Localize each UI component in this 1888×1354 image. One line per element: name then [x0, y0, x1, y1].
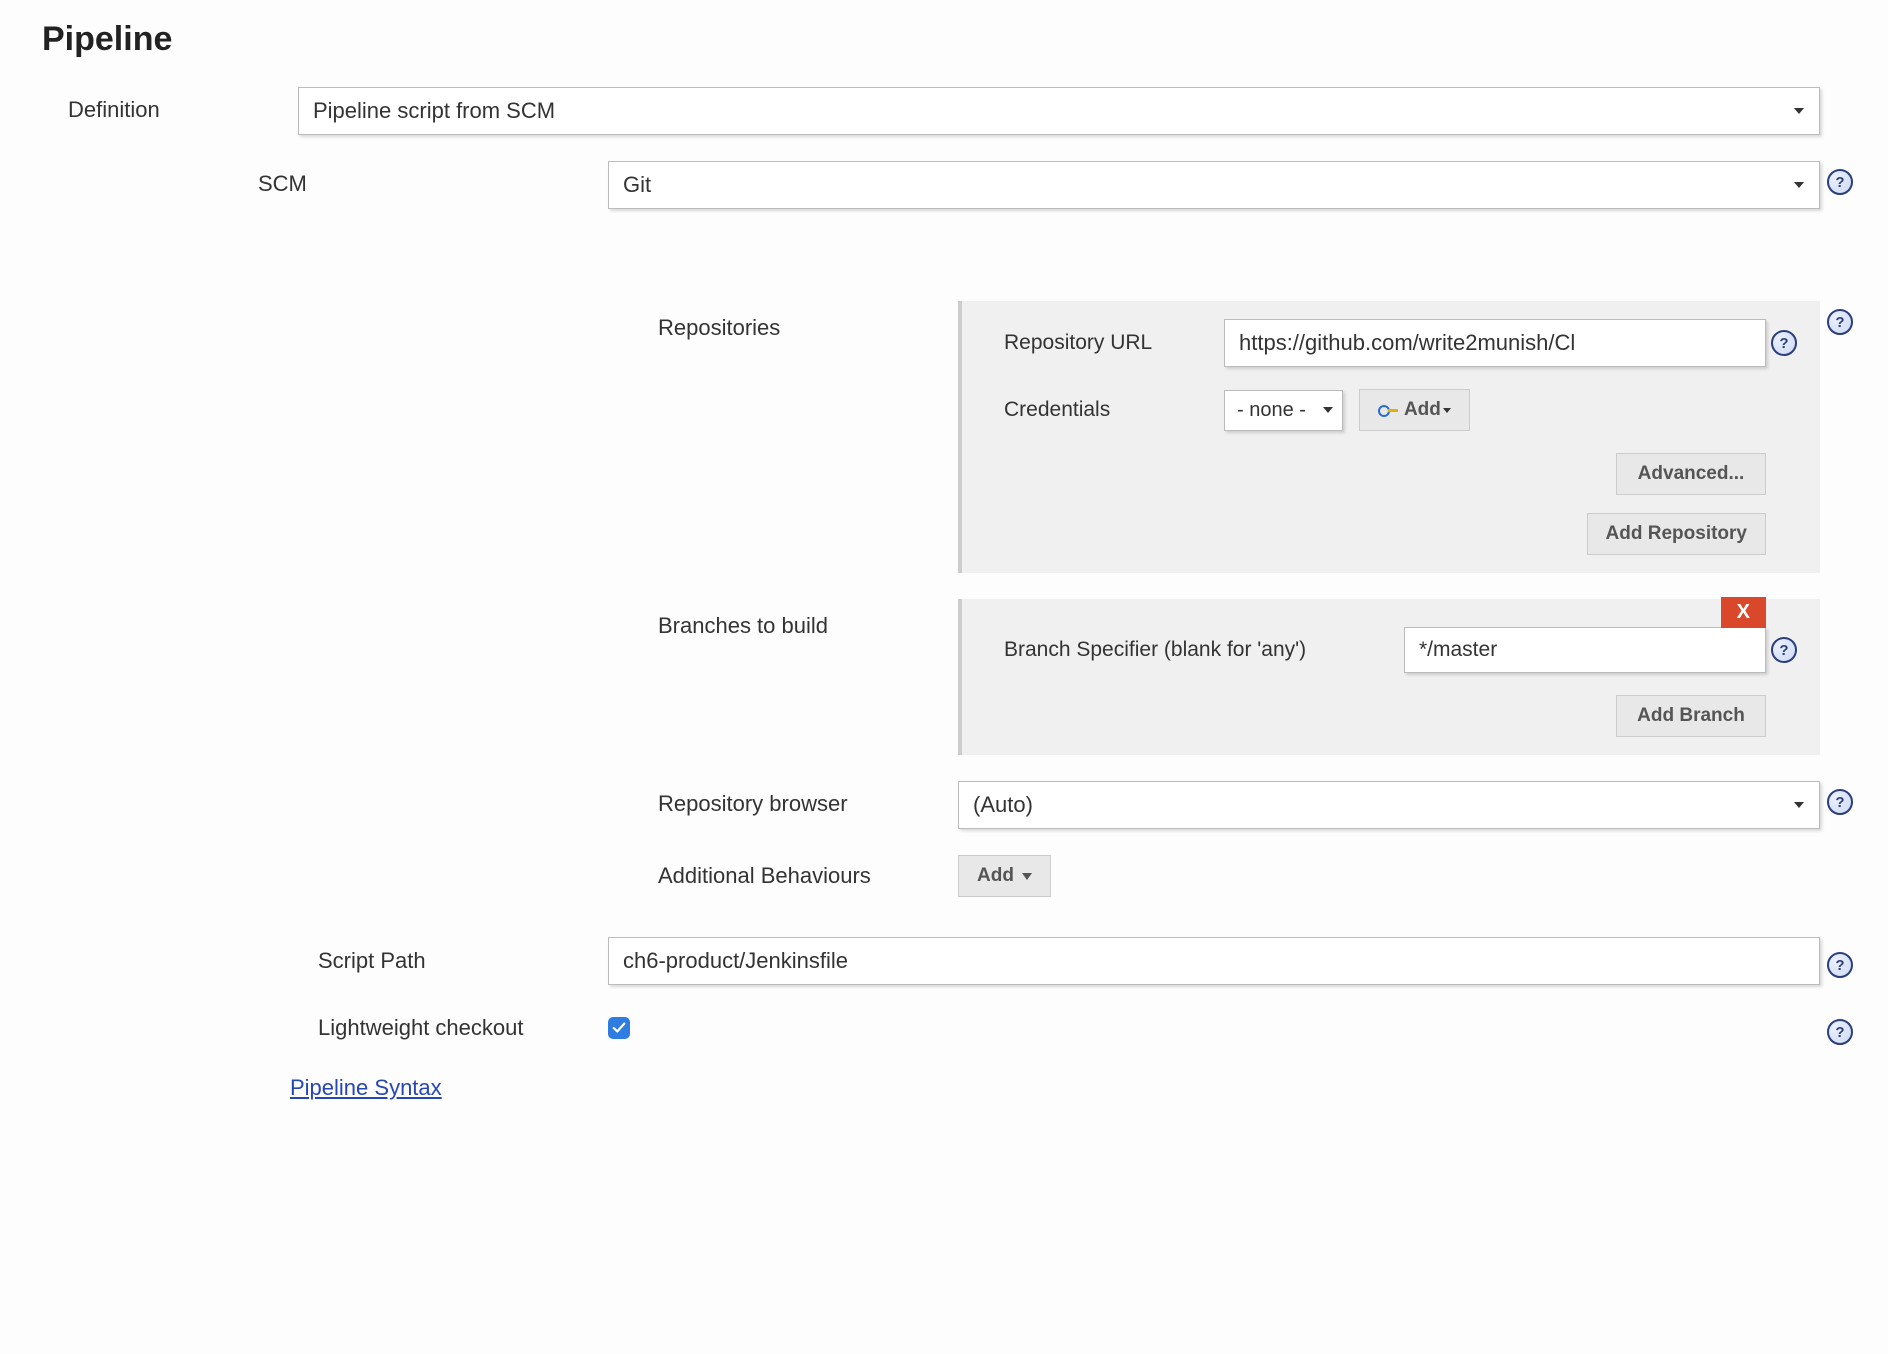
- check-icon: [612, 1021, 626, 1035]
- definition-row: Definition Pipeline script from SCM: [28, 87, 1860, 135]
- chevron-down-icon: [1443, 408, 1451, 413]
- key-icon: [1378, 405, 1396, 415]
- script-path-label: Script Path: [318, 948, 608, 974]
- nested-scm-config: Repositories Repository URL ? Credential…: [0, 301, 1888, 1141]
- help-icon[interactable]: ?: [1827, 789, 1853, 815]
- help-icon[interactable]: ?: [1771, 637, 1797, 663]
- scm-select-value: Git: [608, 161, 1820, 209]
- scm-select[interactable]: Git: [608, 161, 1820, 209]
- help-icon[interactable]: ?: [1827, 1019, 1853, 1045]
- repo-browser-label: Repository browser: [658, 781, 958, 817]
- additional-behaviours-label: Additional Behaviours: [658, 863, 958, 889]
- help-icon[interactable]: ?: [1827, 309, 1853, 335]
- credentials-select[interactable]: - none -: [1224, 390, 1343, 431]
- add-repository-button[interactable]: Add Repository: [1587, 513, 1766, 555]
- help-icon[interactable]: ?: [1827, 169, 1853, 195]
- repo-url-label: Repository URL: [980, 331, 1224, 355]
- help-icon[interactable]: ?: [1827, 952, 1853, 978]
- branches-label: Branches to build: [658, 599, 958, 639]
- repo-url-input[interactable]: [1224, 319, 1766, 367]
- lightweight-label: Lightweight checkout: [318, 1015, 608, 1041]
- scm-row: SCM Git ?: [28, 161, 1860, 209]
- section-title: Pipeline: [42, 20, 1860, 59]
- help-icon[interactable]: ?: [1771, 330, 1797, 356]
- chevron-down-icon: [1316, 393, 1340, 428]
- pipeline-config-section: Pipeline Definition Pipeline script from…: [0, 0, 1888, 301]
- repositories-panel: Repository URL ? Credentials - none -: [958, 301, 1820, 573]
- add-branch-button[interactable]: Add Branch: [1616, 695, 1766, 737]
- branch-specifier-label: Branch Specifier (blank for 'any'): [980, 638, 1404, 662]
- chevron-down-icon: [1784, 167, 1814, 203]
- chevron-down-icon: [1784, 787, 1814, 823]
- definition-select[interactable]: Pipeline script from SCM: [298, 87, 1820, 135]
- add-credentials-button[interactable]: Add: [1359, 389, 1470, 431]
- script-path-input[interactable]: [608, 937, 1820, 985]
- add-behaviour-button[interactable]: Add: [958, 855, 1051, 897]
- credentials-label: Credentials: [980, 398, 1224, 422]
- repositories-label: Repositories: [658, 301, 958, 341]
- scm-label: SCM: [258, 161, 608, 197]
- branch-specifier-input[interactable]: [1404, 627, 1766, 673]
- chevron-down-icon: [1784, 93, 1814, 129]
- lightweight-checkbox[interactable]: [608, 1017, 630, 1039]
- pipeline-syntax-link[interactable]: Pipeline Syntax: [290, 1075, 442, 1100]
- delete-branch-button[interactable]: X: [1721, 597, 1766, 628]
- definition-select-value: Pipeline script from SCM: [298, 87, 1820, 135]
- branches-panel: X Branch Specifier (blank for 'any') ? A…: [958, 599, 1820, 755]
- chevron-down-icon: [1022, 873, 1032, 880]
- definition-label: Definition: [28, 87, 298, 123]
- advanced-button[interactable]: Advanced...: [1616, 453, 1766, 495]
- repo-browser-select-value: (Auto): [958, 781, 1820, 829]
- repo-browser-select[interactable]: (Auto): [958, 781, 1820, 829]
- credentials-select-value: - none -: [1237, 399, 1306, 421]
